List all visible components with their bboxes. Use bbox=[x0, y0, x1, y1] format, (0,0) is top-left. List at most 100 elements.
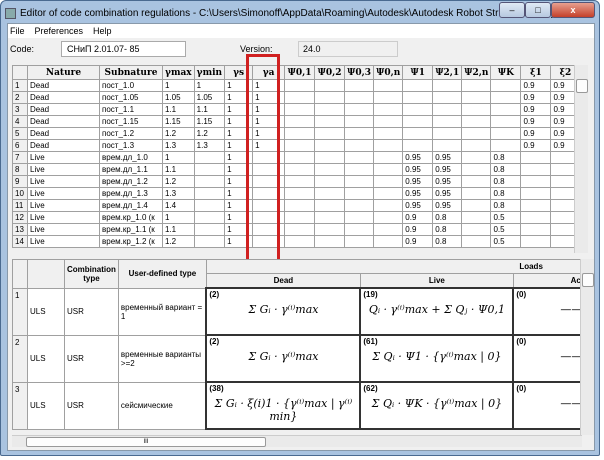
table-cell[interactable] bbox=[314, 151, 346, 164]
table-row[interactable]: 14 Live врем.кр_1.2 (к 1.2 1 0.9 0.8 0.5 bbox=[12, 235, 581, 248]
table-cell[interactable]: 0.95 bbox=[432, 151, 463, 164]
table-cell[interactable] bbox=[432, 139, 463, 152]
table-cell[interactable] bbox=[344, 115, 375, 128]
accidental-formula-cell[interactable]: (0) —— bbox=[512, 334, 585, 383]
table-cell[interactable] bbox=[284, 103, 316, 116]
table-cell[interactable]: 1 bbox=[162, 211, 195, 224]
table-cell[interactable]: врем.дл_1.1 bbox=[99, 163, 163, 176]
user-defined-type-cell[interactable]: временный вариант = 1 bbox=[117, 287, 207, 336]
table-cell[interactable] bbox=[402, 139, 434, 152]
table-cell[interactable] bbox=[314, 103, 346, 116]
table-cell[interactable]: 0.8 bbox=[490, 187, 522, 200]
table-cell[interactable] bbox=[284, 235, 316, 248]
limit-state-cell[interactable]: ULS bbox=[27, 334, 65, 383]
table-cell[interactable] bbox=[461, 187, 492, 200]
table-cell[interactable]: 0.8 bbox=[490, 199, 522, 212]
table-cell[interactable]: пост_1.0 bbox=[99, 79, 163, 92]
table-cell[interactable] bbox=[461, 211, 492, 224]
table-cell[interactable] bbox=[344, 175, 375, 188]
table-cell[interactable] bbox=[432, 79, 463, 92]
combination-type-cell[interactable]: USR bbox=[64, 381, 119, 430]
table-cell[interactable]: 0.8 bbox=[432, 211, 463, 224]
table-cell[interactable]: 0.9 bbox=[520, 115, 552, 128]
table-cell[interactable] bbox=[402, 91, 434, 104]
version-field[interactable]: 24.0 bbox=[298, 41, 398, 57]
table-cell[interactable] bbox=[314, 139, 346, 152]
table-cell[interactable] bbox=[461, 79, 492, 92]
column-header[interactable]: γmin bbox=[193, 65, 226, 80]
table-cell[interactable] bbox=[344, 163, 375, 176]
table-cell[interactable] bbox=[520, 199, 552, 212]
combination-row[interactable]: 2 ULS USR временные варианты >=2 (2) Σ Gᵢ · γ… bbox=[12, 334, 585, 383]
table-cell[interactable] bbox=[314, 175, 346, 188]
column-header[interactable]: Ψ0,3 bbox=[344, 65, 375, 80]
table-row[interactable]: 11 Live врем.дл_1.4 1.4 1 0.95 0.95 0.8 bbox=[12, 199, 581, 212]
table-cell[interactable] bbox=[373, 163, 404, 176]
table-row[interactable]: 7 Live врем.дл_1.0 1 1 0.95 0.95 0.8 bbox=[12, 151, 581, 164]
table-cell[interactable] bbox=[314, 91, 346, 104]
table-cell[interactable]: пост_1.1 bbox=[99, 103, 163, 116]
hscroll-thumb[interactable]: III bbox=[26, 437, 266, 447]
table-cell[interactable]: Dead bbox=[27, 103, 100, 116]
table-cell[interactable] bbox=[193, 199, 226, 212]
table-cell[interactable]: 1.05 bbox=[162, 91, 195, 104]
column-header[interactable]: Ψ0,1 bbox=[284, 65, 316, 80]
table-cell[interactable] bbox=[490, 127, 522, 140]
table-cell[interactable]: Live bbox=[27, 187, 100, 200]
limit-state-cell[interactable]: ULS bbox=[27, 381, 65, 430]
table-cell[interactable] bbox=[490, 79, 522, 92]
user-defined-type-cell[interactable]: временные варианты >=2 bbox=[117, 334, 207, 383]
table-cell[interactable] bbox=[193, 151, 226, 164]
table-cell[interactable] bbox=[373, 187, 404, 200]
table-cell[interactable]: 1.1 bbox=[193, 103, 226, 116]
table-cell[interactable] bbox=[461, 91, 492, 104]
table-cell[interactable] bbox=[520, 187, 552, 200]
table-cell[interactable] bbox=[402, 103, 434, 116]
live-formula-cell[interactable]: (19) Qᵢ · γ⁽ⁱ⁾max + Σ Qⱼ · Ψ0,1 bbox=[359, 287, 515, 336]
table-cell[interactable]: 0.5 bbox=[490, 223, 522, 236]
table-cell[interactable]: 1.3 bbox=[162, 139, 195, 152]
table-cell[interactable] bbox=[284, 199, 316, 212]
table-cell[interactable] bbox=[193, 163, 226, 176]
table-cell[interactable]: Live bbox=[27, 235, 100, 248]
table-cell[interactable] bbox=[461, 103, 492, 116]
table-cell[interactable] bbox=[284, 127, 316, 140]
table-cell[interactable] bbox=[284, 187, 316, 200]
table-cell[interactable] bbox=[284, 223, 316, 236]
table-cell[interactable] bbox=[402, 115, 434, 128]
table-cell[interactable] bbox=[520, 175, 552, 188]
table-cell[interactable]: 0.95 bbox=[402, 151, 434, 164]
table-cell[interactable]: 0.9 bbox=[402, 211, 434, 224]
column-header[interactable]: Ψ0,n bbox=[373, 65, 404, 80]
table-cell[interactable]: врем.дл_1.2 bbox=[99, 175, 163, 188]
table-cell[interactable] bbox=[373, 79, 404, 92]
column-header[interactable]: Ψ2,1 bbox=[432, 65, 463, 80]
table-cell[interactable]: 0.5 bbox=[490, 211, 522, 224]
table-cell[interactable] bbox=[490, 103, 522, 116]
table-cell[interactable] bbox=[193, 175, 226, 188]
table-cell[interactable]: 0.95 bbox=[402, 187, 434, 200]
limit-state-cell[interactable]: ULS bbox=[27, 287, 65, 336]
menu-help[interactable]: Help bbox=[93, 26, 112, 36]
column-header[interactable]: Subnature bbox=[99, 65, 163, 80]
table-row[interactable]: 12 Live врем.кр_1.0 (к 1 1 0.9 0.8 0.5 bbox=[12, 211, 581, 224]
maximize-button[interactable]: □ bbox=[525, 2, 551, 18]
dead-formula-cell[interactable]: (38) Σ Gᵢ · ξ(i)1 · {γ⁽ⁱ⁾max | γ⁽ⁱ⁾min} bbox=[205, 381, 362, 430]
table-cell[interactable] bbox=[373, 103, 404, 116]
table-row[interactable]: 5 Dead пост_1.2 1.2 1.2 1 1 0.9 0.9 bbox=[12, 127, 581, 140]
table-cell[interactable]: Live bbox=[27, 175, 100, 188]
table-row[interactable]: 3 Dead пост_1.1 1.1 1.1 1 1 0.9 0.9 bbox=[12, 103, 581, 116]
table-cell[interactable]: 1 bbox=[193, 79, 226, 92]
table-cell[interactable] bbox=[490, 115, 522, 128]
table-cell[interactable]: 0.95 bbox=[432, 175, 463, 188]
table-cell[interactable] bbox=[461, 115, 492, 128]
table-cell[interactable]: 1.1 bbox=[162, 163, 195, 176]
table-cell[interactable]: 1.15 bbox=[162, 115, 195, 128]
table-row[interactable]: 10 Live врем.дл_1.3 1.3 1 0.95 0.95 0.8 bbox=[12, 187, 581, 200]
table-cell[interactable] bbox=[344, 127, 375, 140]
table-row[interactable]: 9 Live врем.дл_1.2 1.2 1 0.95 0.95 0.8 bbox=[12, 175, 581, 188]
table-cell[interactable]: 1.05 bbox=[193, 91, 226, 104]
table-cell[interactable]: 1.4 bbox=[162, 199, 195, 212]
column-header[interactable] bbox=[12, 65, 28, 80]
column-header[interactable]: γmax bbox=[162, 65, 195, 80]
